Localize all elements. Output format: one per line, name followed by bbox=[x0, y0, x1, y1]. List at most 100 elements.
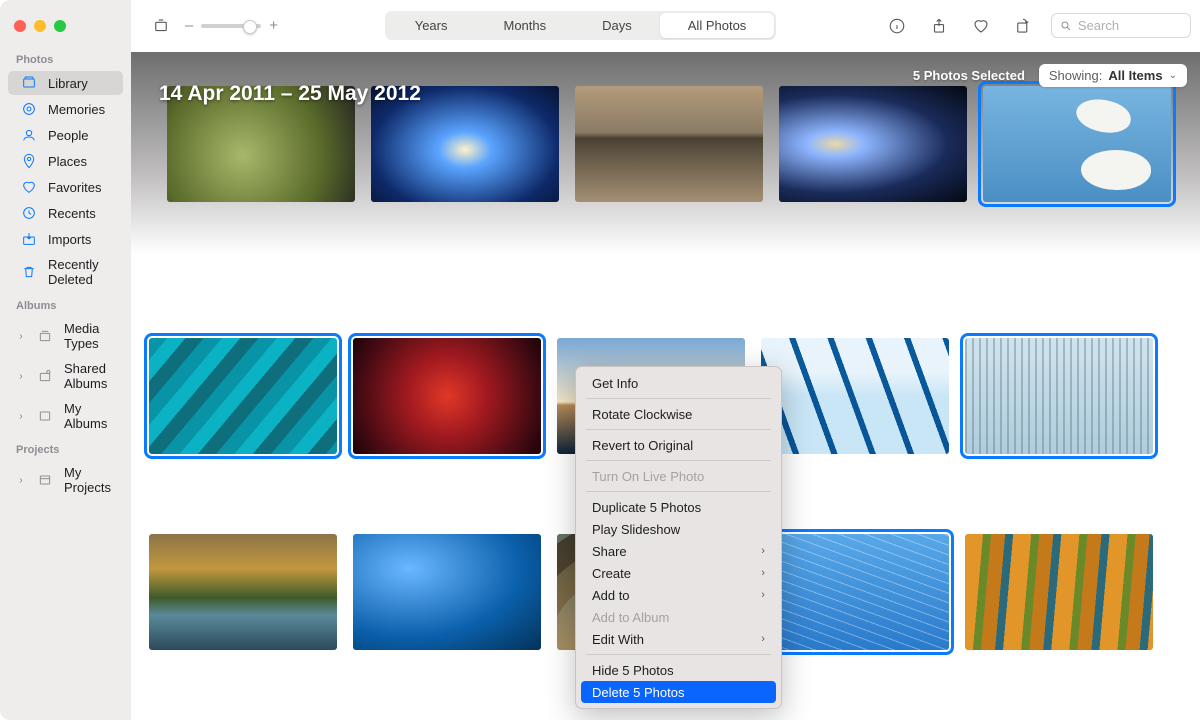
disclosure-icon[interactable]: › bbox=[16, 331, 26, 342]
context-menu: Get Info Rotate Clockwise Revert to Orig… bbox=[575, 366, 782, 709]
sidebar-item-library[interactable]: Library bbox=[8, 71, 123, 95]
menu-item-create[interactable]: Create› bbox=[576, 562, 781, 584]
menu-item-duplicate[interactable]: Duplicate 5 Photos bbox=[576, 496, 781, 518]
sidebar-item-label: People bbox=[48, 128, 111, 143]
projects-icon bbox=[36, 472, 54, 488]
menu-item-slideshow[interactable]: Play Slideshow bbox=[576, 518, 781, 540]
sidebar-item-imports[interactable]: Imports bbox=[8, 227, 123, 251]
filter-value: All Items bbox=[1108, 68, 1162, 83]
sidebar-item-label: Shared Albums bbox=[64, 361, 111, 391]
sidebar-item-memories[interactable]: Memories bbox=[8, 97, 123, 121]
rotate-button[interactable] bbox=[1009, 12, 1037, 40]
toolbar: – + Years Months Days All Photos bbox=[131, 0, 1200, 52]
album-icon bbox=[36, 408, 54, 424]
search-icon bbox=[1060, 19, 1072, 33]
sidebar-item-people[interactable]: People bbox=[8, 123, 123, 147]
disclosure-icon[interactable]: › bbox=[16, 475, 26, 486]
sidebar-item-places[interactable]: Places bbox=[8, 149, 123, 173]
sidebar-item-shared-albums[interactable]: › Shared Albums bbox=[4, 357, 123, 395]
chevron-down-icon: ⌄ bbox=[1169, 70, 1177, 81]
sidebar-item-media-types[interactable]: › Media Types bbox=[4, 317, 123, 355]
zoom-in-button[interactable]: + bbox=[269, 17, 278, 34]
menu-item-edit-with[interactable]: Edit With› bbox=[576, 628, 781, 650]
sidebar-item-label: Library bbox=[48, 76, 111, 91]
menu-item-add-to[interactable]: Add to› bbox=[576, 584, 781, 606]
menu-item-share[interactable]: Share› bbox=[576, 540, 781, 562]
view-segmented-control: Years Months Days All Photos bbox=[385, 11, 777, 40]
sidebar-item-label: My Projects bbox=[64, 465, 111, 495]
sidebar-item-recents[interactable]: Recents bbox=[8, 201, 123, 225]
sidebar-item-label: Recently Deleted bbox=[48, 257, 111, 287]
main-content: – + Years Months Days All Photos bbox=[131, 0, 1200, 720]
segment-years[interactable]: Years bbox=[387, 13, 476, 38]
sidebar-item-my-albums[interactable]: › My Albums bbox=[4, 397, 123, 435]
photo-thumbnail-selected[interactable] bbox=[983, 86, 1171, 202]
sidebar-item-label: Memories bbox=[48, 102, 111, 117]
photo-thumbnail[interactable] bbox=[779, 86, 967, 202]
sidebar-item-recently-deleted[interactable]: Recently Deleted bbox=[8, 253, 123, 291]
filter-dropdown[interactable]: Showing: All Items ⌄ bbox=[1039, 64, 1187, 87]
menu-separator bbox=[586, 429, 771, 430]
segment-months[interactable]: Months bbox=[476, 13, 575, 38]
import-icon bbox=[20, 231, 38, 247]
chevron-right-icon: › bbox=[761, 567, 765, 579]
chevron-right-icon: › bbox=[761, 633, 765, 645]
zoom-slider[interactable] bbox=[201, 24, 261, 28]
menu-item-revert[interactable]: Revert to Original bbox=[576, 434, 781, 456]
disclosure-icon[interactable]: › bbox=[16, 371, 26, 382]
segment-days[interactable]: Days bbox=[574, 13, 660, 38]
menu-item-get-info[interactable]: Get Info bbox=[576, 372, 781, 394]
share-button[interactable] bbox=[925, 12, 953, 40]
favorite-button[interactable] bbox=[967, 12, 995, 40]
menu-separator bbox=[586, 398, 771, 399]
sidebar-section-albums: Albums bbox=[0, 292, 131, 316]
sidebar-item-label: Favorites bbox=[48, 180, 111, 195]
close-window-button[interactable] bbox=[14, 20, 26, 32]
photo-grid-container: 5 Photos Selected Showing: All Items ⌄ 1… bbox=[131, 52, 1200, 720]
menu-separator bbox=[586, 491, 771, 492]
people-icon bbox=[20, 127, 38, 143]
chevron-right-icon: › bbox=[761, 545, 765, 557]
sidebar-item-my-projects[interactable]: › My Projects bbox=[4, 461, 123, 499]
places-icon bbox=[20, 153, 38, 169]
segment-all-photos[interactable]: All Photos bbox=[660, 13, 775, 38]
photo-thumbnail[interactable] bbox=[353, 534, 541, 650]
window-controls bbox=[0, 10, 131, 46]
menu-item-delete[interactable]: Delete 5 Photos bbox=[581, 681, 776, 703]
selection-count-label: 5 Photos Selected bbox=[913, 68, 1025, 83]
zoom-out-button[interactable]: – bbox=[185, 17, 193, 34]
photo-thumbnail[interactable] bbox=[761, 338, 949, 454]
menu-item-add-to-album: Add to Album bbox=[576, 606, 781, 628]
shared-icon bbox=[36, 368, 54, 384]
sidebar-section-photos: Photos bbox=[0, 46, 131, 70]
menu-item-hide[interactable]: Hide 5 Photos bbox=[576, 659, 781, 681]
minimize-window-button[interactable] bbox=[34, 20, 46, 32]
chevron-right-icon: › bbox=[761, 589, 765, 601]
sidebar-item-label: Imports bbox=[48, 232, 111, 247]
photo-thumbnail[interactable] bbox=[965, 534, 1153, 650]
memories-icon bbox=[20, 101, 38, 117]
menu-item-rotate[interactable]: Rotate Clockwise bbox=[576, 403, 781, 425]
sidebar-item-favorites[interactable]: Favorites bbox=[8, 175, 123, 199]
date-range-label: 14 Apr 2011 – 25 May 2012 bbox=[159, 82, 421, 106]
library-icon bbox=[20, 75, 38, 91]
photo-thumbnail-selected[interactable] bbox=[761, 534, 949, 650]
search-field[interactable] bbox=[1051, 13, 1191, 38]
photo-thumbnail-selected[interactable] bbox=[353, 338, 541, 454]
stack-icon bbox=[36, 328, 54, 344]
photo-thumbnail[interactable] bbox=[575, 86, 763, 202]
heart-icon bbox=[20, 179, 38, 195]
photo-thumbnail[interactable] bbox=[149, 534, 337, 650]
sidebar-item-label: Places bbox=[48, 154, 111, 169]
photo-thumbnail-selected[interactable] bbox=[149, 338, 337, 454]
menu-separator bbox=[586, 460, 771, 461]
sidebar-item-label: My Albums bbox=[64, 401, 111, 431]
info-button[interactable] bbox=[883, 12, 911, 40]
disclosure-icon[interactable]: › bbox=[16, 411, 26, 422]
zoom-window-button[interactable] bbox=[54, 20, 66, 32]
search-input[interactable] bbox=[1078, 18, 1182, 33]
app-window: Photos Library Memories People Places Fa… bbox=[0, 0, 1200, 720]
aspect-button[interactable] bbox=[147, 12, 175, 40]
menu-item-live-photo: Turn On Live Photo bbox=[576, 465, 781, 487]
photo-thumbnail-selected[interactable] bbox=[965, 338, 1153, 454]
